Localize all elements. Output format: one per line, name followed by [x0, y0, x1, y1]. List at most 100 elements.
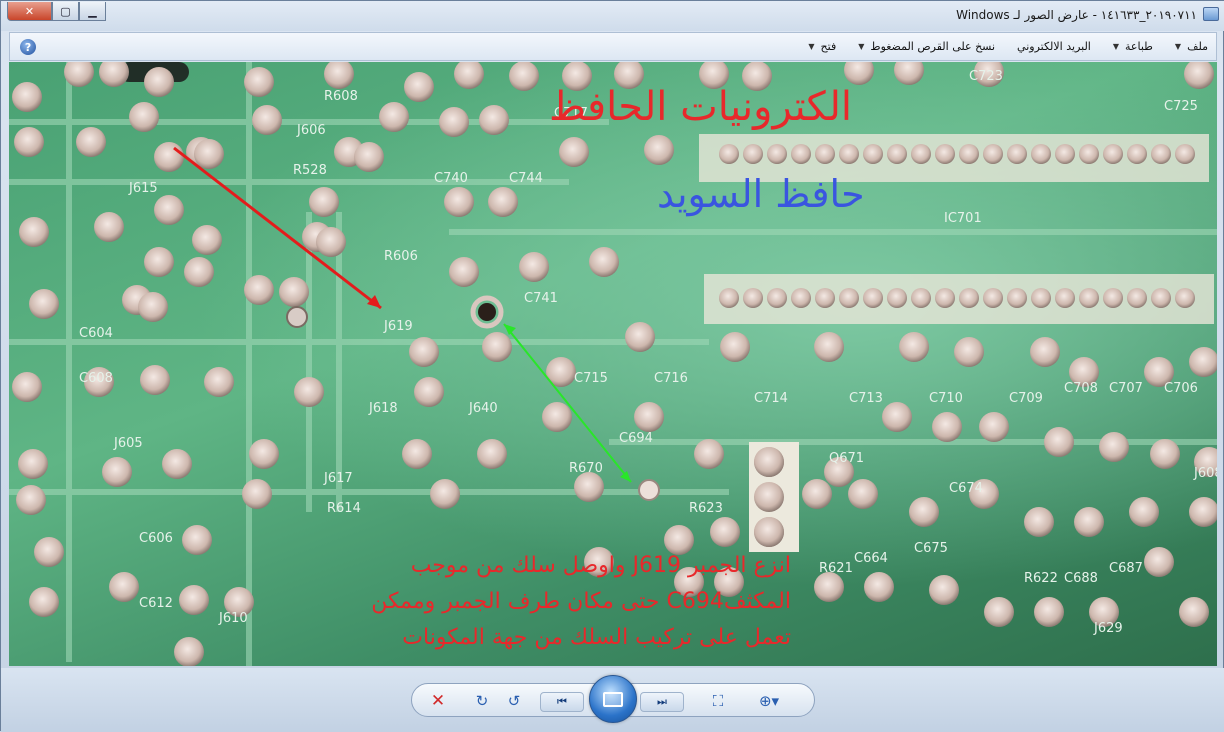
- solder-pad: [179, 585, 209, 615]
- solder-pad: [814, 572, 844, 602]
- solder-pad: [754, 482, 784, 512]
- help-icon[interactable]: ?: [20, 39, 36, 55]
- solder-pad: [354, 142, 384, 172]
- next-button[interactable]: ⏭: [640, 692, 684, 712]
- solder-pad: [19, 217, 49, 247]
- silkscreen-label: C723: [969, 69, 1003, 84]
- solder-pad: [402, 439, 432, 469]
- solder-pad: [34, 537, 64, 567]
- header-pin: [959, 144, 979, 164]
- solder-pad: [720, 332, 750, 362]
- silkscreen-label: C708: [1064, 381, 1098, 396]
- title-bar[interactable]: ✕ ▢ ▁ ٢٠١٩٠٧١١_١٤١٦٣٣ - عارض الصور لـ Wi…: [1, 1, 1224, 31]
- solder-pad: [1074, 507, 1104, 537]
- header-pin: [1103, 144, 1123, 164]
- header-pin: [1031, 288, 1051, 308]
- menu-open-label: فتح: [820, 40, 837, 53]
- silkscreen-label: R623: [689, 501, 723, 516]
- solder-pad: [864, 572, 894, 602]
- solder-pad: [154, 195, 184, 225]
- silkscreen-label: C688: [1064, 571, 1098, 586]
- menu-burn-label: نسخ على القرص المضغوط: [870, 40, 996, 53]
- rotate-clockwise-icon[interactable]: ↻: [472, 692, 492, 710]
- silkscreen-label: R528: [293, 163, 327, 178]
- solder-pad: [192, 225, 222, 255]
- solder-pad: [1099, 432, 1129, 462]
- solder-pad: [94, 212, 124, 242]
- silkscreen-label: IC701: [944, 211, 982, 226]
- silkscreen-label: C706: [1164, 381, 1198, 396]
- solder-pad: [848, 479, 878, 509]
- previous-button[interactable]: ⏮: [540, 692, 584, 712]
- silkscreen-label: C608: [79, 371, 113, 386]
- solder-pad: [979, 412, 1009, 442]
- solder-pad: [1144, 547, 1174, 577]
- menu-file[interactable]: ملف ▼: [1175, 40, 1208, 53]
- solder-pad: [1024, 507, 1054, 537]
- menu-email[interactable]: البريد الالكتروني: [1017, 40, 1091, 53]
- chevron-down-icon: ▼: [808, 42, 815, 51]
- header-pin: [1055, 288, 1075, 308]
- solder-pad: [1189, 347, 1217, 377]
- solder-pad: [162, 449, 192, 479]
- solder-pad: [449, 257, 479, 287]
- menu-open[interactable]: فتح ▼: [808, 40, 836, 53]
- solder-pad: [882, 402, 912, 432]
- header-pin: [839, 144, 859, 164]
- header-pin: [1175, 144, 1195, 164]
- solder-pad: [174, 637, 204, 666]
- silkscreen-label: J608: [1193, 466, 1217, 481]
- solder-pad: [954, 337, 984, 367]
- silkscreen-label: R608: [324, 89, 358, 104]
- solder-pad: [479, 105, 509, 135]
- close-button[interactable]: ✕: [7, 2, 52, 21]
- header-pin: [815, 288, 835, 308]
- previous-icon: ⏮: [557, 695, 567, 708]
- solder-pad: [144, 247, 174, 277]
- window-title: ٢٠١٩٠٧١١_١٤١٦٣٣ - عارض الصور لـ Windows: [956, 8, 1197, 22]
- instruction-line-2: المكثفC694 حتى مكان طرف الجمبر وممكن: [371, 589, 791, 614]
- photo-heading: الكترونيات الحافظ: [549, 84, 853, 130]
- solder-pad: [574, 472, 604, 502]
- solder-pad: [909, 497, 939, 527]
- header-pin: [863, 144, 883, 164]
- header-pin: [1079, 288, 1099, 308]
- solder-pad: [324, 62, 354, 89]
- solder-pad: [844, 62, 874, 85]
- solder-pad: [664, 525, 694, 555]
- minimize-button[interactable]: ▁: [79, 2, 106, 21]
- solder-pad: [129, 102, 159, 132]
- solder-pad: [309, 187, 339, 217]
- solder-pad: [625, 322, 655, 352]
- silkscreen-label: J615: [128, 181, 158, 196]
- solder-pad: [29, 289, 59, 319]
- header-pin: [791, 288, 811, 308]
- menu-print[interactable]: طباعة ▼: [1113, 40, 1153, 53]
- maximize-button[interactable]: ▢: [52, 2, 79, 21]
- solder-pad: [316, 227, 346, 257]
- solder-pad: [12, 82, 42, 112]
- solder-pad: [144, 67, 174, 97]
- header-pin: [743, 288, 763, 308]
- silkscreen-label: C604: [79, 326, 113, 341]
- silkscreen-label: J606: [296, 123, 326, 138]
- zoom-icon[interactable]: ⊕▾: [752, 692, 786, 710]
- header-pin: [1055, 144, 1075, 164]
- slideshow-button[interactable]: [589, 675, 637, 723]
- delete-icon[interactable]: ✕: [428, 691, 448, 711]
- instruction-line-1: انزع الجمبر J619 واوصل سلك من موجب: [410, 553, 791, 578]
- solder-pad: [109, 572, 139, 602]
- header-pin: [1007, 144, 1027, 164]
- actual-size-icon[interactable]: ⛶: [708, 692, 728, 710]
- photo-subheading: حافظ السويد: [657, 172, 865, 216]
- menu-burn[interactable]: نسخ على القرص المضغوط ▼: [858, 40, 995, 53]
- header-pin: [935, 288, 955, 308]
- silkscreen-label: J629: [1093, 621, 1123, 636]
- photo-viewer-window: ✕ ▢ ▁ ٢٠١٩٠٧١١_١٤١٦٣٣ - عارض الصور لـ Wi…: [0, 0, 1224, 732]
- rotate-counterclockwise-icon[interactable]: ↺: [504, 692, 524, 710]
- solder-pad: [482, 332, 512, 362]
- solder-pad: [414, 377, 444, 407]
- solder-pad: [244, 67, 274, 97]
- solder-pad: [488, 187, 518, 217]
- header-pin: [1007, 288, 1027, 308]
